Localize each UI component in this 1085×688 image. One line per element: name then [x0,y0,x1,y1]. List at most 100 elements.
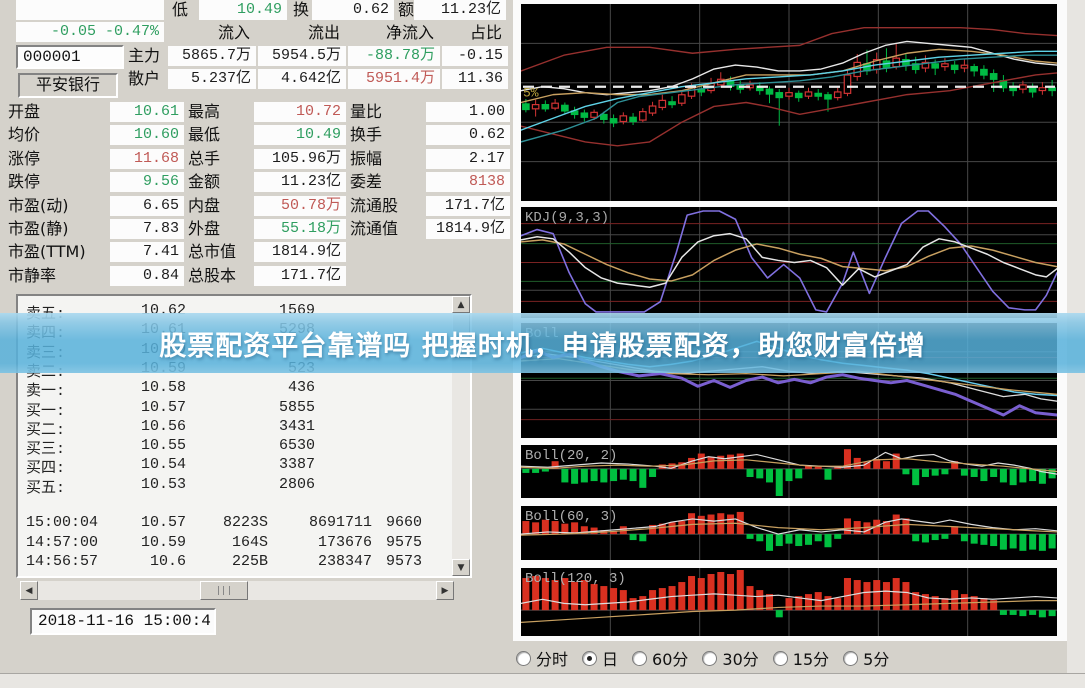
stat-value: 11.23亿 [254,172,346,192]
kdj-indicator-chart[interactable]: KDJ(9,3,3) [521,207,1057,318]
stock-name-box: 平安银行 [18,73,118,98]
change-value: -0.05 -0.47% [16,22,164,42]
period-radio-label: 60分 [652,646,688,670]
time-sales-row[interactable]: 15:00:0410.578223S86917119660 [20,514,450,534]
order-book-row[interactable]: 卖一:10.58436 [20,379,450,399]
flow-cell: 4.642亿 [258,69,346,89]
ad-banner-overlay[interactable]: 股票配资平台靠谱吗 把握时机，申请股票配资，助您财富倍增 [0,313,1085,373]
flow-cell: -88.78万 [348,46,440,66]
period-radio-label: 日 [602,646,618,670]
order-book-row[interactable]: 买三:10.556530 [20,437,450,457]
stat-label: 市静率 [8,265,106,286]
stat-value: 11.68 [110,149,184,169]
stat-label: 开盘 [8,101,106,122]
period-radio-label: 30分 [722,646,758,670]
period-radio-label: 15分 [793,646,829,670]
radio-circle-icon [843,651,858,666]
stat-label: 均价 [8,124,106,145]
flow-row-label: 主力 [128,45,160,66]
order-book-row[interactable]: 买五:10.532806 [20,476,450,496]
stat-value: 0.62 [426,125,510,145]
stat-label: 总手 [188,148,252,169]
boll120-histogram-chart[interactable]: Boll(120, 3) [521,568,1057,636]
period-selector: 分时 日 60分 30分 15分 5分 [516,648,903,668]
h-scrollbar-right-icon[interactable]: ▶ [436,581,454,600]
radio-circle-icon [773,651,788,666]
price-box-partial [16,0,164,20]
stat-label: 总市值 [188,241,252,262]
stat-value: 171.7亿 [426,196,510,216]
flow-header: 占比 [442,22,508,43]
order-book-row[interactable]: 买二:10.563431 [20,418,450,438]
boll20-histogram-chart[interactable]: Boll(20, 2) [521,445,1057,498]
stat-value: 8138 [426,172,510,192]
stat-value: 6.65 [110,196,184,216]
time-sales-row[interactable]: 14:56:5710.6225B2383479573 [20,553,450,573]
period-radio-30分[interactable]: 30分 [702,646,758,670]
low-value: 10.49 [199,0,287,20]
stat-value: 1814.9亿 [254,242,346,262]
stat-label: 市盈(动) [8,195,106,216]
stat-label: 振幅 [350,148,424,169]
radio-circle-icon [632,651,647,666]
flow-cell: -0.15 [442,46,508,66]
stock-code-input[interactable]: 000001 [16,45,124,69]
stat-value: 55.18万 [254,219,346,239]
stat-label: 涨停 [8,148,106,169]
v-scrollbar-down-icon[interactable]: ▼ [452,559,470,576]
stat-value: 105.96万 [254,149,346,169]
h-scrollbar-left-icon[interactable]: ◀ [20,581,38,600]
stat-value: 10.49 [254,125,346,145]
stat-value: 9.56 [110,172,184,192]
period-radio-60分[interactable]: 60分 [632,646,688,670]
order-book-row[interactable]: 买一:10.575855 [20,399,450,419]
turnover-label: 换 [293,0,309,20]
period-radio-日[interactable]: 日 [582,646,618,670]
boll60-histogram-chart[interactable]: Boll(60, 3) [521,506,1057,560]
stat-value: 10.60 [110,125,184,145]
flow-header: 净流入 [348,22,440,43]
period-radio-分时[interactable]: 分时 [516,646,568,670]
flow-row-label: 散户 [128,68,160,89]
stat-value: 10.61 [110,102,184,122]
main-candle-chart[interactable]: 5% [521,4,1057,201]
v-scrollbar-up-icon[interactable]: ▲ [452,296,470,313]
period-radio-5分[interactable]: 5分 [843,646,889,670]
flow-cell: 5865.7万 [168,46,256,66]
window-bottom-edge [0,673,1085,688]
turnover-value: 0.62 [312,0,394,20]
stat-value: 0.84 [110,266,184,286]
stat-label: 委差 [350,171,424,192]
datetime-box[interactable]: 2018-11-16 15:00:4 [30,608,216,635]
stat-label: 总股本 [188,265,252,286]
stat-value: 2.17 [426,149,510,169]
radio-circle-icon [516,651,531,666]
flow-cell: 11.36 [442,69,508,89]
stat-label: 流通股 [350,195,424,216]
h-scrollbar-thumb[interactable] [200,581,248,600]
radio-circle-icon [582,651,597,666]
period-radio-label: 分时 [536,646,568,670]
time-sales-row[interactable]: 14:57:0010.59164S1736769575 [20,534,450,554]
stat-label: 金额 [188,171,252,192]
stat-label: 市盈(静) [8,218,106,239]
stat-label: 最低 [188,124,252,145]
flow-header: 流出 [258,22,346,43]
stat-value: 171.7亿 [254,266,346,286]
stat-value: 7.83 [110,219,184,239]
indicator-label: Boll(20, 2) [525,448,617,464]
period-radio-15分[interactable]: 15分 [773,646,829,670]
indicator-label: Boll(120, 3) [525,571,626,587]
indicator-label: Boll(60, 3) [525,509,617,525]
amount-label: 额 [398,0,414,20]
trading-app-window: 低 10.49 换 0.62 额 11.23亿 -0.05 -0.47% 流入流… [0,0,1085,687]
percent-axis-label: 5% [523,86,539,101]
stat-label: 换手 [350,124,424,145]
stat-label: 内盘 [188,195,252,216]
amount-value: 11.23亿 [414,0,506,20]
stat-label: 量比 [350,101,424,122]
stat-value: 1.00 [426,102,510,122]
radio-dot-icon [587,656,592,661]
order-book-row[interactable]: 买四:10.543387 [20,456,450,476]
flow-header: 流入 [168,22,256,43]
